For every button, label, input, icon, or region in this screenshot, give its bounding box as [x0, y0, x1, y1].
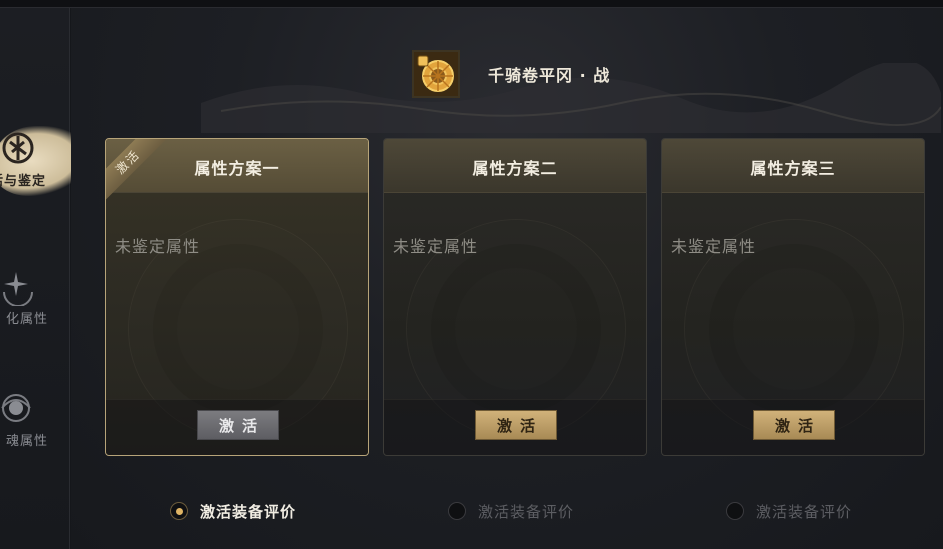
spirit-orb-icon: [1, 394, 31, 422]
sidebar-item-label: 活与鉴定: [0, 174, 47, 189]
radio-indicator[interactable]: [170, 502, 188, 520]
top-bar: [0, 0, 943, 8]
gold-wheel-lock-icon[interactable]: [412, 50, 460, 98]
activate-button[interactable]: 激活: [475, 410, 557, 440]
seal-icon: [2, 132, 34, 164]
main-panel: 千骑卷平冈 · 战 属性方案一 激活 未鉴定属性 激活 属性方案二 未鉴定属性 …: [71, 8, 943, 549]
unidentified-status: 未鉴定属性: [671, 237, 757, 256]
attribute-plan-card-2[interactable]: 属性方案二 未鉴定属性 激活: [383, 138, 647, 456]
unidentified-status: 未鉴定属性: [393, 237, 479, 256]
attribute-plan-card-1[interactable]: 属性方案一 激活 未鉴定属性 激活: [105, 138, 369, 456]
evaluation-radio-2[interactable]: 激活装备评价: [448, 498, 574, 524]
sidebar-item-activate-identify[interactable]: 活与鉴定: [0, 126, 96, 206]
evaluation-radio-3[interactable]: 激活装备评价: [726, 498, 852, 524]
attribute-plan-card-3[interactable]: 属性方案三 未鉴定属性 激活: [661, 138, 925, 456]
sidebar-item-label: 魂属性: [6, 434, 49, 449]
activated-ribbon: 激活: [106, 139, 174, 207]
sidebar-item-label: 化属性: [6, 312, 49, 327]
activate-button[interactable]: 激活: [197, 410, 279, 440]
sidebar: 活与鉴定 化属性 魂属性: [0, 8, 96, 549]
radio-indicator[interactable]: [726, 502, 744, 520]
card-title: 属性方案三: [750, 159, 836, 178]
sidebar-item-soul-attributes[interactable]: 魂属性: [0, 388, 70, 468]
ribbon-label: 激活: [106, 139, 172, 206]
equipment-name: 千骑卷平冈 · 战: [488, 66, 611, 85]
radio-label: 激活装备评价: [200, 502, 297, 521]
evaluation-radio-1[interactable]: 激活装备评价: [170, 498, 296, 524]
equipment-header: 千骑卷平冈 · 战: [412, 50, 610, 98]
radio-label: 激活装备评价: [478, 502, 575, 521]
activate-button[interactable]: 激活: [753, 410, 835, 440]
radio-label: 激活装备评价: [756, 502, 853, 521]
sparkle-moon-icon: [3, 272, 33, 306]
unidentified-status: 未鉴定属性: [115, 237, 201, 256]
card-title: 属性方案二: [472, 159, 558, 178]
radio-indicator[interactable]: [448, 502, 466, 520]
sidebar-item-refine-attributes[interactable]: 化属性: [0, 266, 70, 346]
